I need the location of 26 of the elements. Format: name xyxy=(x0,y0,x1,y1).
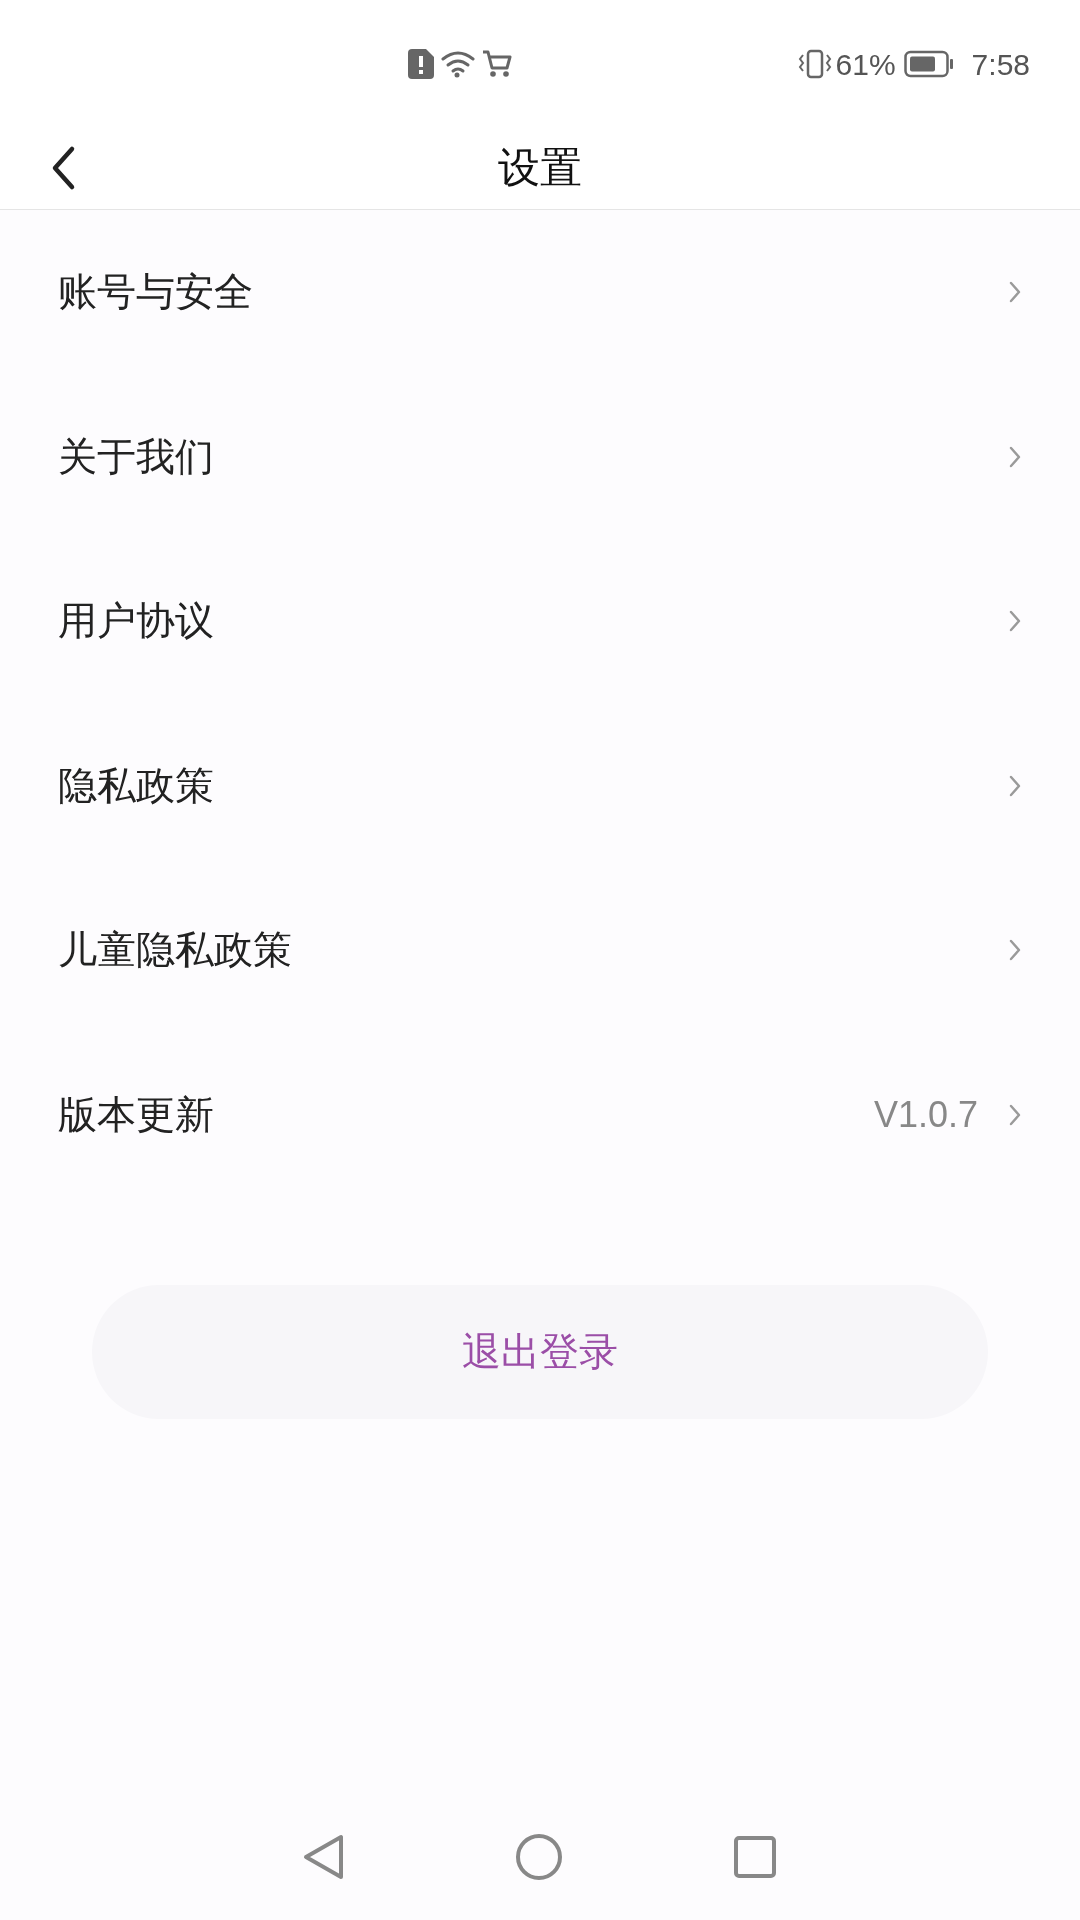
home-nav-icon[interactable] xyxy=(515,1833,563,1881)
recents-nav-icon[interactable] xyxy=(733,1835,777,1879)
wifi-icon xyxy=(439,50,476,78)
version-label: V1.0.7 xyxy=(873,1092,978,1137)
back-chevron-icon xyxy=(50,144,76,191)
battery-icon xyxy=(903,50,954,78)
chevron-right-icon xyxy=(1008,444,1022,469)
back-nav-icon[interactable] xyxy=(303,1834,345,1880)
menu-item[interactable]: 版本更新 V1.0.7 xyxy=(0,1032,1080,1197)
sim-alert-icon xyxy=(407,49,434,79)
menu-item[interactable]: 隐私政策 xyxy=(0,703,1080,868)
chevron-right-icon xyxy=(1008,609,1022,634)
menu-item[interactable]: 用户协议 xyxy=(0,539,1080,704)
page-title: 设置 xyxy=(498,143,582,193)
clock-time: 7:58 xyxy=(971,46,1030,83)
chevron-right-icon xyxy=(1008,938,1022,963)
cart-icon xyxy=(481,50,512,78)
vibrate-icon xyxy=(797,49,832,79)
chevron-right-icon xyxy=(1008,280,1022,305)
logout-button[interactable]: 退出登录 xyxy=(92,1285,988,1419)
battery-percent: 61% xyxy=(835,46,896,83)
menu-item[interactable]: 儿童隐私政策 xyxy=(0,868,1080,1033)
menu-item[interactable]: 账号与安全 xyxy=(0,210,1080,375)
menu-item[interactable]: 关于我们 xyxy=(0,374,1080,539)
chevron-right-icon xyxy=(1008,1102,1022,1127)
chevron-right-icon xyxy=(1008,773,1022,798)
